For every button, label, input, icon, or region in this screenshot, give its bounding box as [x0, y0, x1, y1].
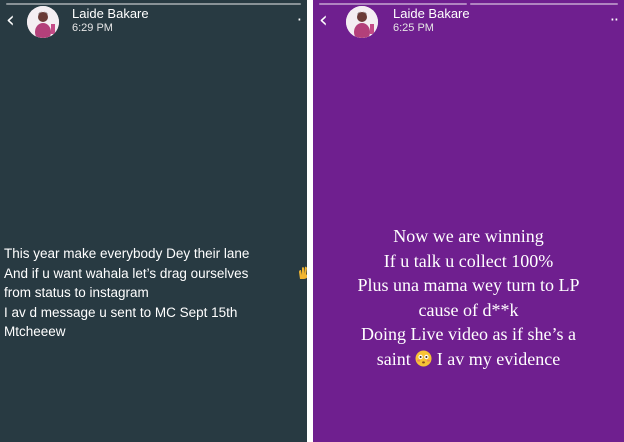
status-line: If u talk u collect 100%	[383, 250, 554, 271]
status-line: Plus una mama wey turn to LP	[357, 275, 580, 295]
story-header: ‹ Laide Bakare 6:25 PM ··	[313, 6, 624, 40]
raised-hands-emoji	[299, 266, 307, 279]
left-status-story: ‹ Laide Bakare 6:29 PM · This year make …	[0, 0, 307, 442]
more-options-icon[interactable]: ·	[297, 12, 302, 28]
status-line: And if u want wahala let’s drag ourselve…	[4, 265, 249, 281]
user-name[interactable]: Laide Bakare	[393, 6, 470, 21]
avatar[interactable]	[346, 6, 378, 38]
flushed-face-emoji	[415, 350, 432, 366]
more-options-icon[interactable]: ··	[610, 12, 619, 28]
progress-segment	[470, 3, 618, 5]
status-line: I av d message u sent to MC Sept 15th	[4, 304, 238, 320]
story-progress-bar	[6, 3, 301, 5]
story-header: ‹ Laide Bakare 6:29 PM ·	[0, 6, 307, 40]
status-line-end: I av my evidence	[432, 348, 561, 369]
status-line: from status to instagram	[4, 285, 149, 300]
status-line-start: saint	[376, 348, 416, 369]
avatar[interactable]	[27, 6, 59, 38]
chevron-left-icon[interactable]: ‹	[319, 10, 333, 32]
progress-segment	[319, 3, 467, 5]
chevron-left-icon[interactable]: ‹	[6, 10, 20, 32]
status-time: 6:29 PM	[72, 22, 113, 34]
status-text: Now we are winning If u talk u collect 1…	[313, 224, 624, 371]
status-line: Doing Live video as if she’s a	[361, 324, 576, 344]
user-name[interactable]: Laide Bakare	[72, 6, 149, 21]
status-line: cause of d**k	[418, 299, 519, 320]
screenshot-canvas: ‹ Laide Bakare 6:29 PM · This year make …	[0, 0, 624, 442]
status-time: 6:25 PM	[393, 22, 434, 34]
right-status-story: ‹ Laide Bakare 6:25 PM ·· Now we are win…	[313, 0, 624, 442]
status-line: Now we are winning	[393, 226, 544, 246]
progress-segment	[6, 3, 301, 5]
status-line: This year make everybody Dey their lane	[4, 246, 250, 261]
status-line: Mtcheeew	[4, 324, 66, 339]
status-text: This year make everybody Dey their lane …	[4, 244, 307, 342]
status-line-with-emoji: saint I av my evidence	[313, 347, 624, 372]
story-progress-bar	[319, 3, 618, 5]
